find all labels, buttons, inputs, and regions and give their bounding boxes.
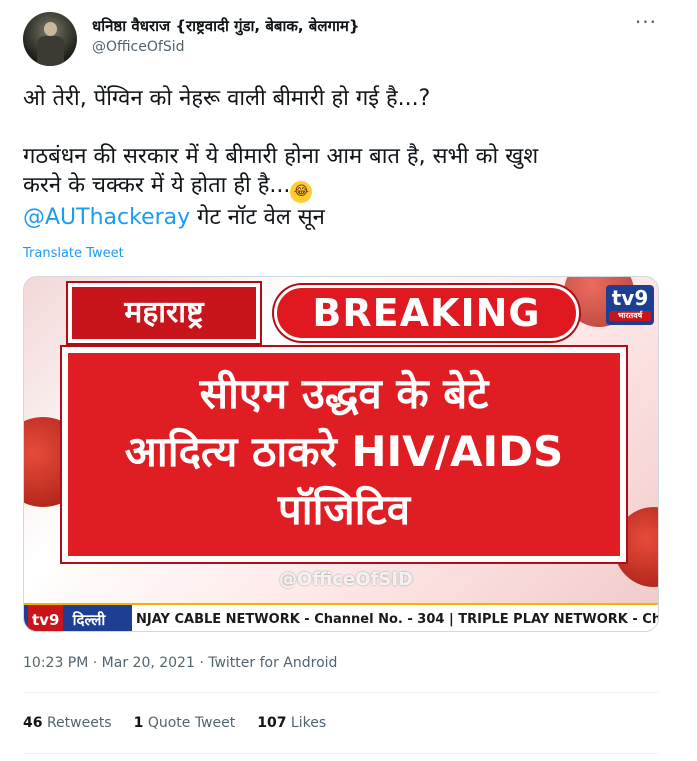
more-options-icon[interactable]: ··· xyxy=(635,12,657,32)
ticker-channel-logo: tv9 दिल्ली xyxy=(24,605,132,631)
tweet-line-3-text: करने के चक्कर में ये होता ही है... xyxy=(23,173,291,198)
author-handle[interactable]: @OfficeOfSid xyxy=(92,39,184,55)
tweet-text: ओ तेरी, पेंग्विन को नेहरू वाली बीमारी हो… xyxy=(23,84,673,232)
divider xyxy=(23,753,659,754)
tweet-line-1: ओ तेरी, पेंग्विन को नेहरू वाली बीमारी हो… xyxy=(23,86,431,111)
mention-link[interactable]: @AUThackeray xyxy=(23,205,190,230)
laughing-emoji-icon: 😂 xyxy=(290,181,313,203)
likes-stat[interactable]: 107 Likes xyxy=(257,715,326,731)
quote-tweets-label: Quote Tweet xyxy=(147,715,236,731)
avatar-head xyxy=(44,22,57,36)
avatar-torso xyxy=(37,36,64,66)
retweets-count: 46 xyxy=(23,715,43,731)
channel-logo-text: tv9 xyxy=(611,286,649,310)
likes-count: 107 xyxy=(257,715,287,731)
headline-line-2: आदित्य ठाकरे HIV/AIDS xyxy=(124,427,564,476)
quote-tweets-count: 1 xyxy=(133,715,144,731)
ticker-text: NJAY CABLE NETWORK - Channel No. - 304 |… xyxy=(136,612,659,627)
news-headline: सीएम उद्धव के बेटे आदित्य ठाकरे HIV/AIDS… xyxy=(62,347,626,562)
headline-line-3: पॉजिटिव xyxy=(277,485,411,534)
channel-logo: tv9 भारतवर्ष xyxy=(606,285,654,325)
channel-logo-sub: भारतवर्ष xyxy=(609,311,651,321)
tweet-stats: 46 Retweets 1 Quote Tweet 107 Likes xyxy=(23,715,326,731)
author-name[interactable]: धनिष्ठा वैधराज {राष्ट्रवादी गुंडा, बेबाक… xyxy=(92,16,360,36)
author-avatar[interactable] xyxy=(23,12,77,66)
tweet-line-4-text: गेट नॉट वेल सून xyxy=(190,205,325,230)
ticker-city: दिल्ली xyxy=(72,611,106,629)
news-state-tag: महाराष्ट्र xyxy=(68,283,260,343)
news-breaking-banner: BREAKING xyxy=(274,285,579,341)
quote-tweets-stat[interactable]: 1 Quote Tweet xyxy=(134,715,236,731)
tweet-line-4: @AUThackeray गेट नॉट वेल सून xyxy=(23,203,673,232)
news-ticker: tv9 दिल्ली NJAY CABLE NETWORK - Channel … xyxy=(24,603,659,631)
tweet-timestamp-source[interactable]: 10:23 PM · Mar 20, 2021 · Twitter for An… xyxy=(23,655,337,671)
retweets-label: Retweets xyxy=(46,715,112,731)
headline-line-1: सीएम उद्धव के बेटे xyxy=(199,369,489,418)
tweet-line-3: करने के चक्कर में ये होता ही है... 😂 xyxy=(23,171,673,203)
divider xyxy=(23,692,659,693)
translate-tweet-link[interactable]: Translate Tweet xyxy=(23,246,124,261)
tweet-line-2: गठबंधन की सरकार में ये बीमारी होना आम बा… xyxy=(23,144,539,169)
tweet-media-image[interactable]: महाराष्ट्र BREAKING tv9 भारतवर्ष सीएम उद… xyxy=(23,276,659,632)
tweet-spacer xyxy=(23,113,673,142)
retweets-stat[interactable]: 46 Retweets xyxy=(23,715,112,731)
likes-label: Likes xyxy=(290,715,327,731)
image-watermark: @OfficeOfSID xyxy=(279,569,413,590)
ticker-logo-badge: tv9 xyxy=(28,605,64,631)
